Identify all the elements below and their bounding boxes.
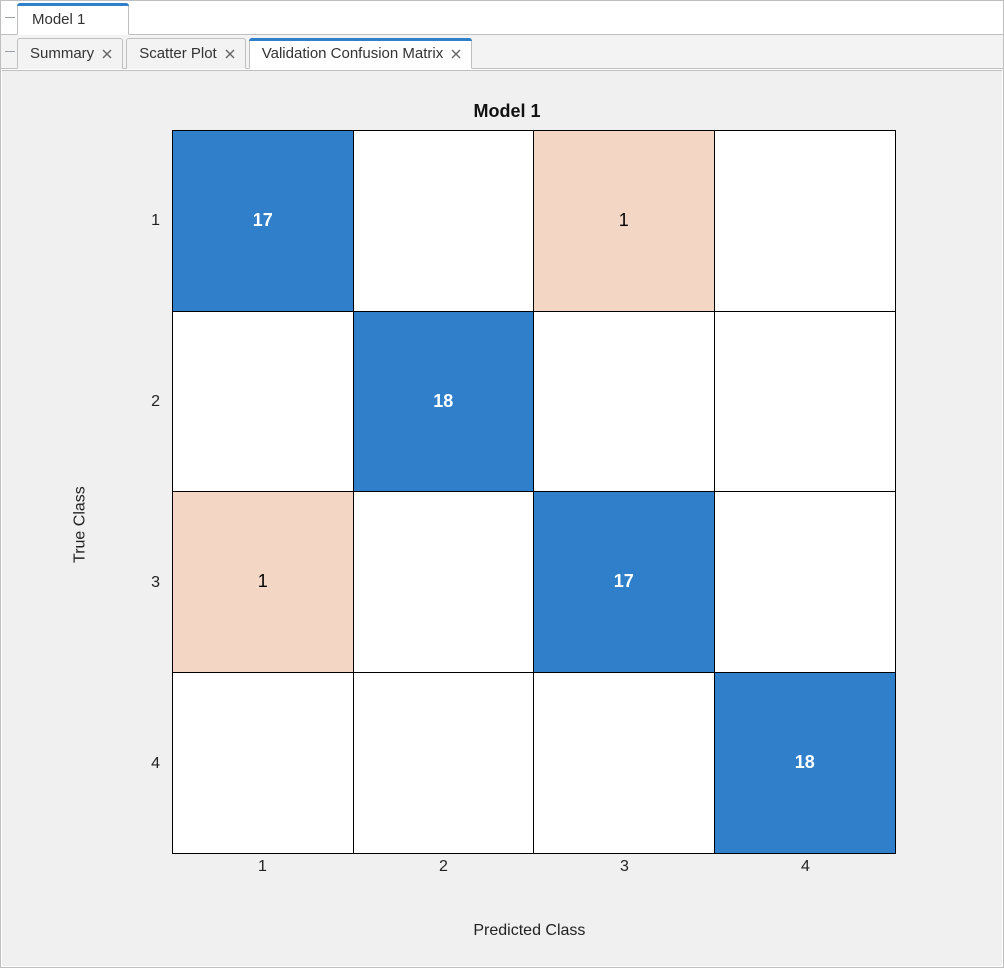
plot-tabstrip: Summary Scatter Plot Validation Confusio… [1,35,1003,69]
chart-title: Model 1 [82,101,932,122]
tab-confusion-label: Validation Confusion Matrix [262,45,443,62]
confusion-matrix-chart: Model 1 True Class 1 2 3 4 17 1 [82,101,932,961]
x-axis-ticks: 1 2 3 4 [172,858,896,886]
tab-scatter-label: Scatter Plot [139,45,217,62]
x-tick: 1 [172,858,353,886]
close-icon[interactable] [225,49,235,59]
matrix-cell: 18 [354,312,535,493]
x-tick: 2 [353,858,534,886]
matrix-cell [173,673,354,854]
tab-summary-label: Summary [30,45,94,62]
x-axis-label: Predicted Class [473,922,585,940]
tabstrip-drag-handle[interactable] [5,2,15,34]
model-tab-model1[interactable]: Model 1 [17,3,129,35]
y-tick: 2 [142,311,168,492]
matrix-cell: 1 [534,131,715,312]
matrix-cell [534,312,715,493]
y-tick: 1 [142,130,168,311]
matrix-cell [173,312,354,493]
matrix-cell [534,673,715,854]
matrix-cell [715,131,896,312]
model-tabstrip: Model 1 [1,1,1003,35]
x-tick: 3 [534,858,715,886]
matrix-cell: 17 [534,492,715,673]
y-axis-ticks: 1 2 3 4 [142,130,168,854]
close-icon[interactable] [451,49,461,59]
model-tab-label: Model 1 [32,11,85,28]
chart-body: True Class 1 2 3 4 17 1 18 [82,130,932,930]
y-axis-label: True Class [71,486,89,563]
y-tick: 4 [142,673,168,854]
matrix-cell: 1 [173,492,354,673]
sub-tabstrip-drag-handle[interactable] [5,36,15,68]
close-icon[interactable] [102,49,112,59]
app-frame: Model 1 Summary Scatter Plot Validation … [0,0,1004,968]
matrix-cell [354,673,535,854]
y-tick: 3 [142,492,168,673]
matrix-cell [354,492,535,673]
matrix-cell: 17 [173,131,354,312]
x-tick: 4 [715,858,896,886]
tab-summary[interactable]: Summary [17,38,123,69]
matrix-cell: 18 [715,673,896,854]
matrix-cell [715,312,896,493]
tab-scatter-plot[interactable]: Scatter Plot [126,38,246,69]
tab-validation-confusion-matrix[interactable]: Validation Confusion Matrix [249,38,472,69]
plot-panel: Model 1 True Class 1 2 3 4 17 1 [2,70,1002,966]
confusion-matrix-grid: 17 1 18 1 17 [172,130,896,854]
matrix-cell [354,131,535,312]
matrix-cell [715,492,896,673]
